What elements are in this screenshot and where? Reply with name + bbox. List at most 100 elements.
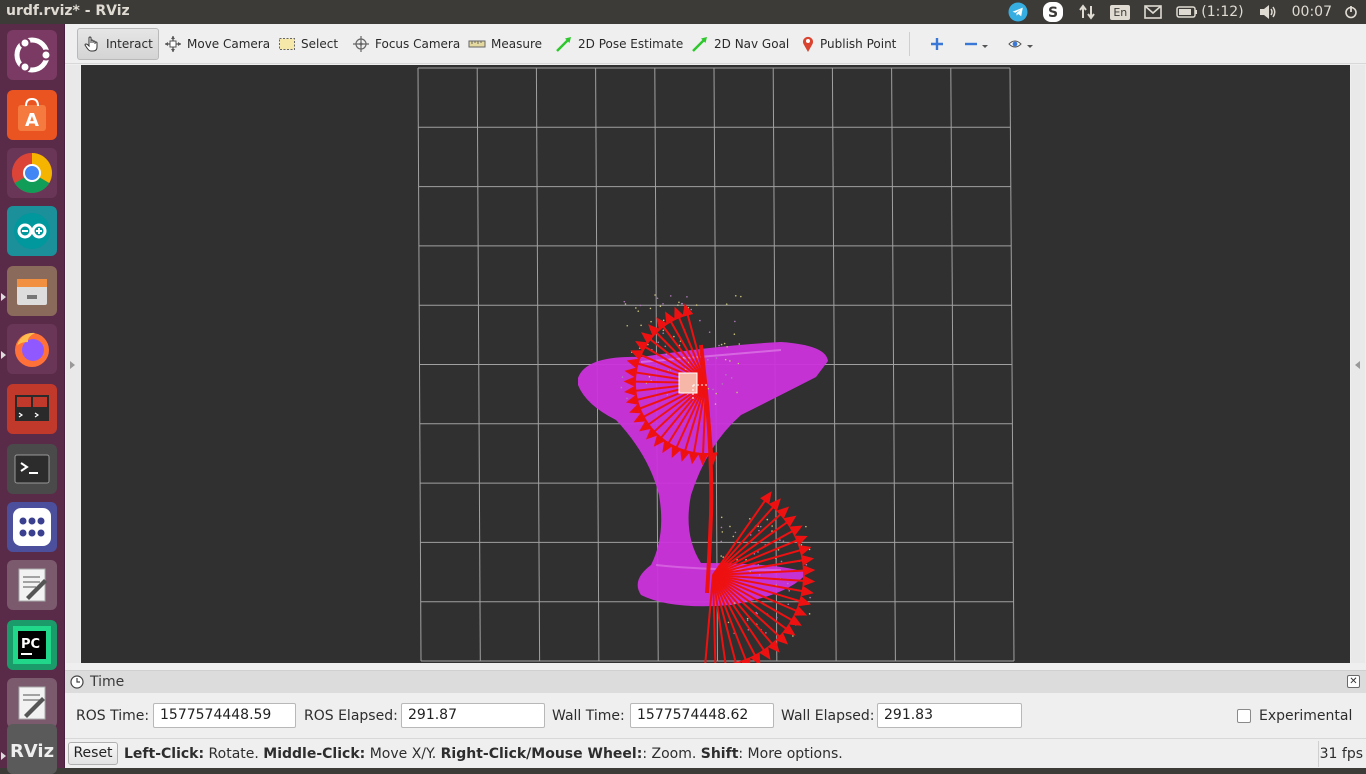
point-speckle [727,621,730,624]
close-panel-button[interactable]: ✕ [1347,675,1360,688]
reset-button[interactable]: Reset [68,742,118,765]
point-speckle [725,303,728,305]
mail-icon[interactable] [1137,0,1169,24]
battery-time: (1:12) [1201,4,1244,20]
text-editor-icon[interactable] [7,560,57,610]
running-indicator [1,293,6,301]
point-speckle [648,375,651,378]
2d-pose-estimate-label: 2D Pose Estimate [578,37,684,51]
middle-click-desc: Move X/Y. [365,746,441,762]
point-speckle [635,307,637,309]
point-speckle [650,320,652,323]
pose-arrow-head [789,525,803,537]
telegram-icon[interactable] [1001,0,1035,24]
point-speckle [729,360,731,362]
point-speckle [780,560,783,563]
publish-point-tool[interactable]: Publish Point [796,28,901,60]
arduino-icon[interactable] [7,206,57,256]
clock[interactable]: 00:07 [1285,0,1342,24]
file-manager-icon[interactable] [7,266,57,316]
wall-time-field[interactable]: 1577574448.62 [630,703,774,728]
experimental-checkbox[interactable] [1237,709,1251,723]
measure-label: Measure [491,37,542,51]
point-speckle [662,332,665,334]
point-speckle [779,539,781,542]
pose-arrow-head [682,303,694,317]
keyboard-layout-label: En [1110,4,1131,20]
eye-icon [1008,40,1033,48]
point-speckle [725,373,727,376]
network-icon[interactable] [1071,0,1103,24]
keyboard-layout-indicator[interactable]: En [1103,0,1137,24]
point-speckle [759,525,762,528]
left-panel-handle[interactable] [66,65,80,663]
point-speckle [726,345,728,348]
point-speckle [662,329,665,332]
point-speckle [624,303,627,305]
battery-indicator[interactable]: (1:12) [1169,0,1250,24]
rviz-window: Interact Move Camera Select Focus Camera… [65,24,1366,768]
ros-time-field[interactable]: 1577574448.59 [153,703,296,728]
point-speckle [657,341,660,344]
system-monitor-icon[interactable] [7,384,57,434]
pose-arrow-head [749,652,761,663]
measure-tool[interactable]: Measure [463,28,547,60]
point-speckle [766,518,769,521]
pose-arrow-head [802,565,816,577]
rviz-icon[interactable]: RViz [7,724,57,774]
firefox-icon[interactable] [7,324,57,374]
point-speckle [640,324,642,327]
battery-icon [1176,6,1198,18]
move-camera-icon [165,36,181,52]
point-speckle [721,531,724,533]
select-tool[interactable]: Select [273,28,343,60]
point-speckle [626,397,628,400]
pose-arrow-head [760,491,772,505]
pose-arrow-head [782,623,796,636]
point-speckle [808,613,811,615]
skype-icon[interactable]: S [1035,0,1071,24]
ros-elapsed-field[interactable]: 291.87 [401,703,545,728]
top-panel: urdf.rviz* - RViz S En (1:12) 00:07 [0,0,1366,24]
add-tool-button[interactable] [925,28,949,60]
power-menu-icon[interactable] [1342,0,1366,24]
expand-right-arrow-icon [1355,361,1360,369]
app-grid-icon[interactable] [7,502,57,552]
software-center-icon[interactable]: A [7,90,57,140]
svg-text:PC: PC [21,637,40,652]
point-speckle [720,516,723,519]
point-speckle [695,304,698,306]
remove-tool-button[interactable] [959,28,995,60]
point-speckle [736,391,738,394]
point-speckle [704,355,707,358]
point-speckle [805,525,807,528]
expand-left-arrow-icon [70,361,75,369]
pose-arrow-head [732,660,741,663]
point-speckle [748,517,751,520]
point-speckle [740,295,742,298]
3d-render-viewport[interactable] [81,65,1350,663]
point-speckle [666,393,669,396]
time-panel-header: Time ✕ [65,671,1366,693]
ubuntu-dash-icon[interactable] [7,30,57,80]
move-camera-tool[interactable]: Move Camera [159,28,275,60]
terminal-icon[interactable] [7,444,57,494]
window-title: urdf.rviz* - RViz [6,3,130,19]
focus-camera-tool[interactable]: Focus Camera [347,28,465,60]
point-speckle [720,540,723,543]
map-pin-icon [803,36,813,52]
interact-tool[interactable]: Interact [77,28,159,60]
pose-arrow [712,499,781,576]
pycharm-icon[interactable]: PC [7,620,57,670]
gedit-icon[interactable] [7,678,57,728]
point-speckle [707,358,709,361]
wall-elapsed-field[interactable]: 291.83 [877,703,1022,728]
chrome-icon[interactable] [7,148,57,198]
2d-pose-estimate-tool[interactable]: 2D Pose Estimate [550,28,688,60]
volume-icon[interactable] [1251,0,1285,24]
right-panel-handle[interactable] [1351,65,1365,663]
wall-elapsed-label: Wall Elapsed: [781,708,875,724]
svg-text:RViz: RViz [10,741,54,762]
view-tools-button[interactable] [1003,28,1041,60]
2d-nav-goal-tool[interactable]: 2D Nav Goal [686,28,794,60]
